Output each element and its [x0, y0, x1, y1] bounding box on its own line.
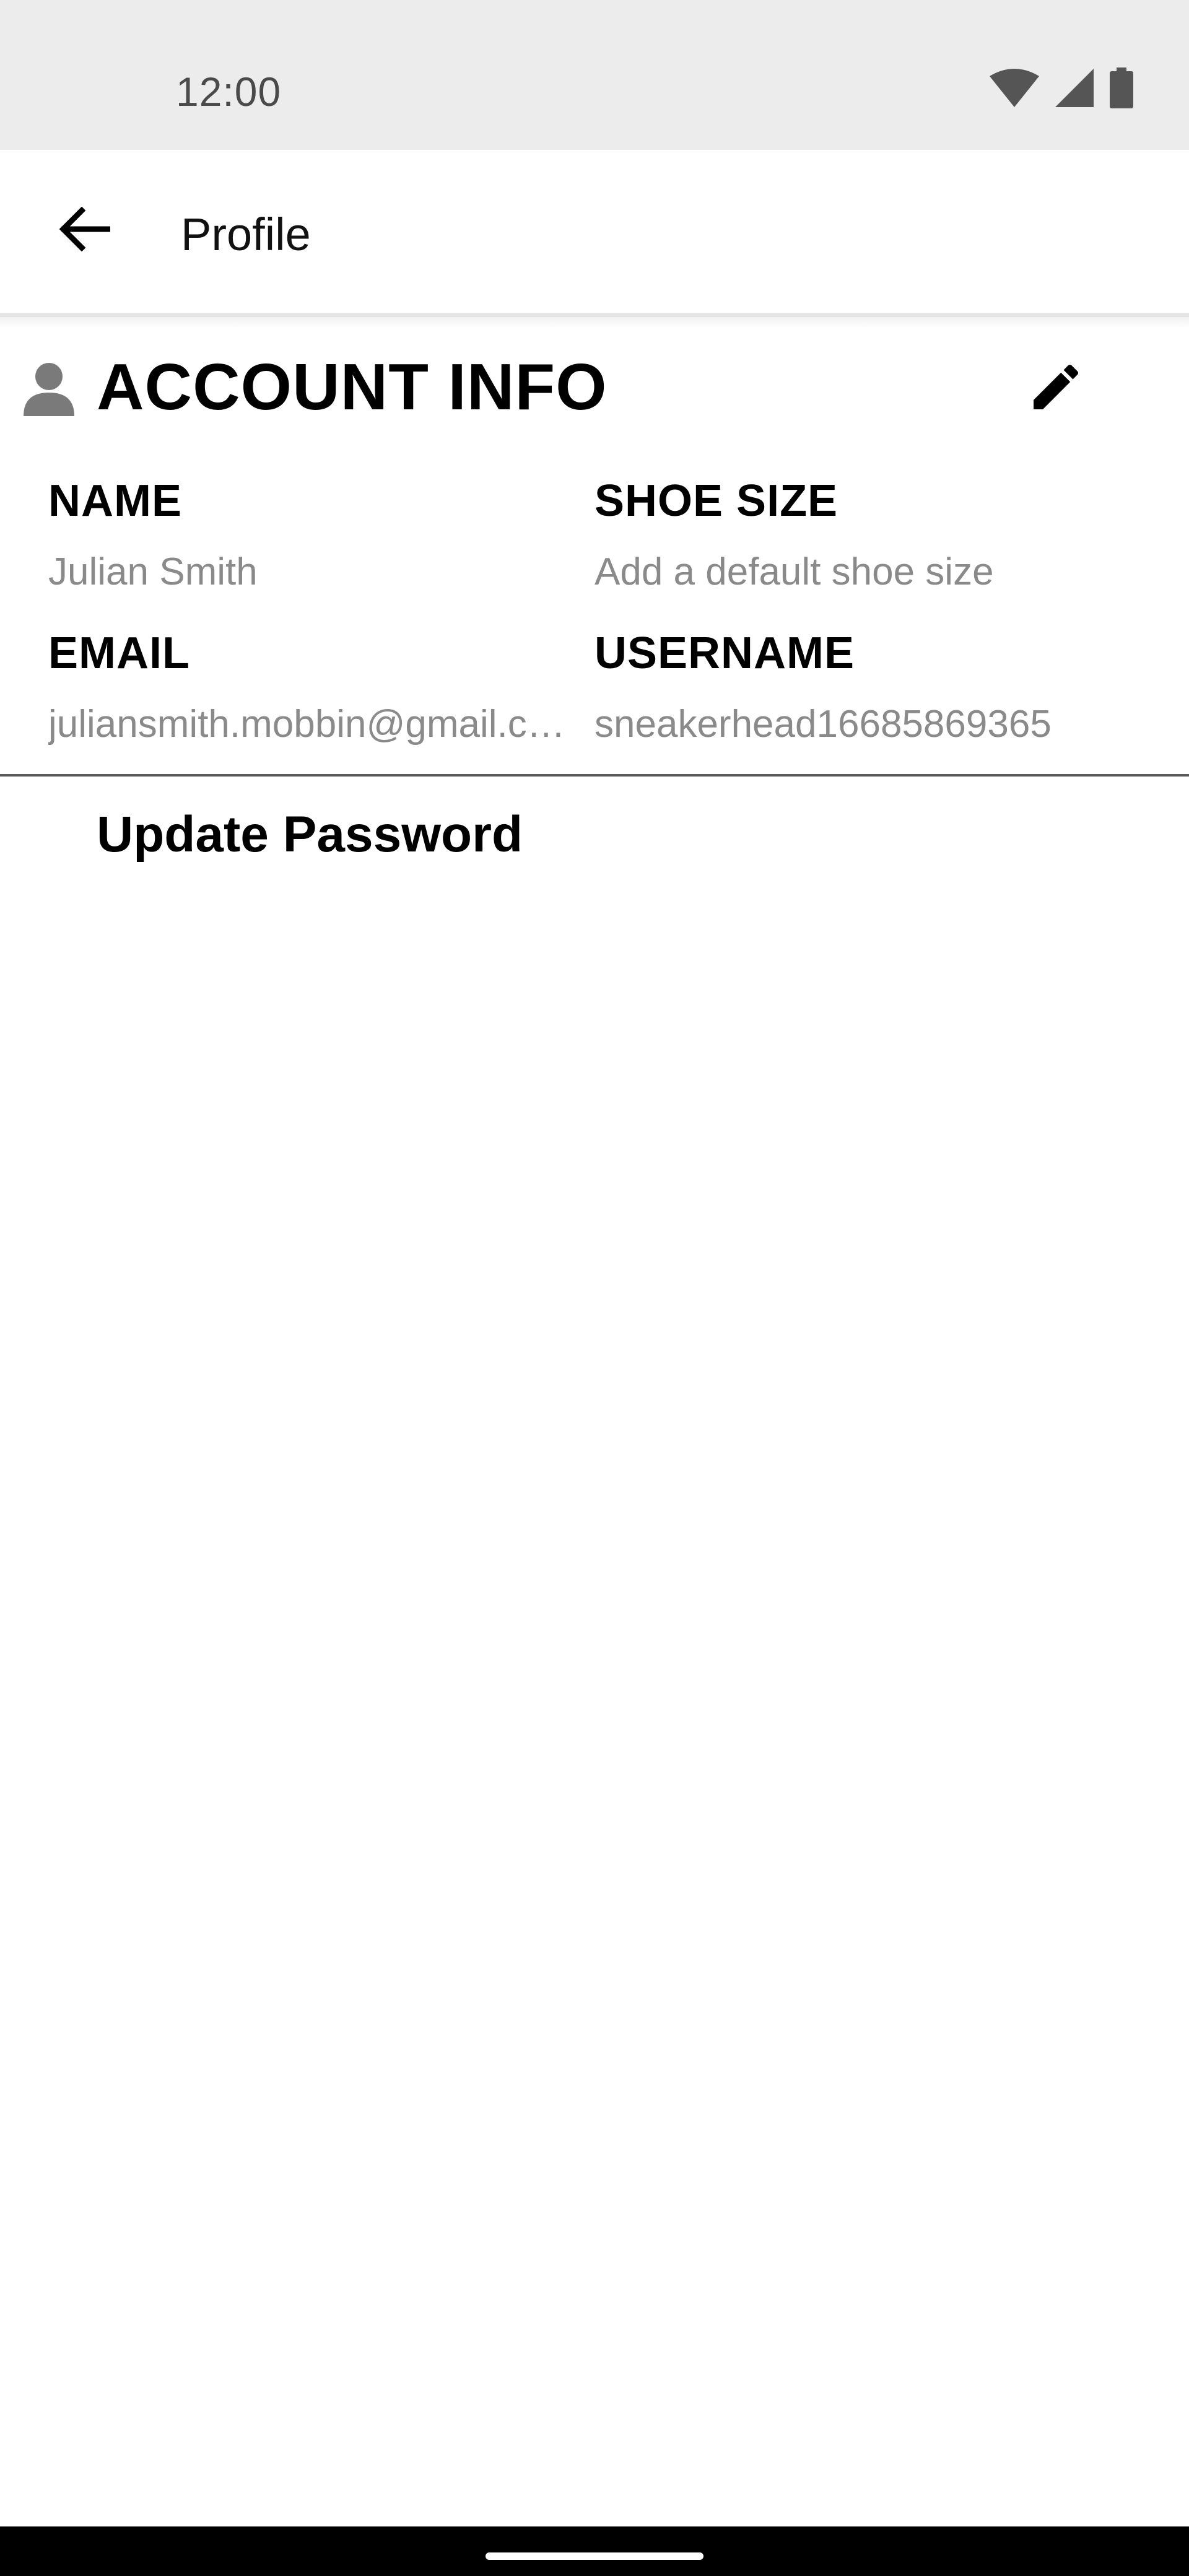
- edit-button[interactable]: [1016, 354, 1096, 422]
- update-password-button[interactable]: Update Password: [97, 803, 523, 867]
- email-label: EMAIL: [48, 629, 190, 678]
- username-value: sneakerhead16685869365: [594, 703, 1052, 746]
- section-divider: [0, 774, 1189, 777]
- name-value: Julian Smith: [48, 550, 258, 593]
- shoe-size-value: Add a default shoe size: [594, 550, 994, 593]
- page-title: Profile: [181, 209, 311, 260]
- system-nav-bar: [0, 2526, 1189, 2576]
- username-label: USERNAME: [594, 629, 855, 678]
- person-icon: [21, 360, 77, 416]
- status-time: 12:00: [176, 69, 282, 115]
- status-icons: [990, 67, 1133, 111]
- battery-icon: [1110, 67, 1133, 111]
- pencil-icon: [1026, 357, 1086, 420]
- wifi-icon: [990, 68, 1039, 110]
- status-bar: 12:00: [0, 0, 1189, 150]
- header-shadow: [0, 317, 1189, 328]
- account-info-header: ACCOUNT INFO: [0, 334, 1189, 433]
- arrow-left-icon: [58, 206, 111, 255]
- home-gesture-handle[interactable]: [486, 2552, 703, 2560]
- shoe-size-label: SHOE SIZE: [594, 476, 838, 526]
- back-button[interactable]: [47, 193, 121, 268]
- name-label: NAME: [48, 476, 182, 526]
- cellular-signal-icon: [1055, 68, 1094, 110]
- email-value: juliansmith.mobbin@gmail.com: [48, 703, 576, 746]
- section-title: ACCOUNT INFO: [97, 350, 608, 424]
- app-bar: Profile: [0, 150, 1189, 317]
